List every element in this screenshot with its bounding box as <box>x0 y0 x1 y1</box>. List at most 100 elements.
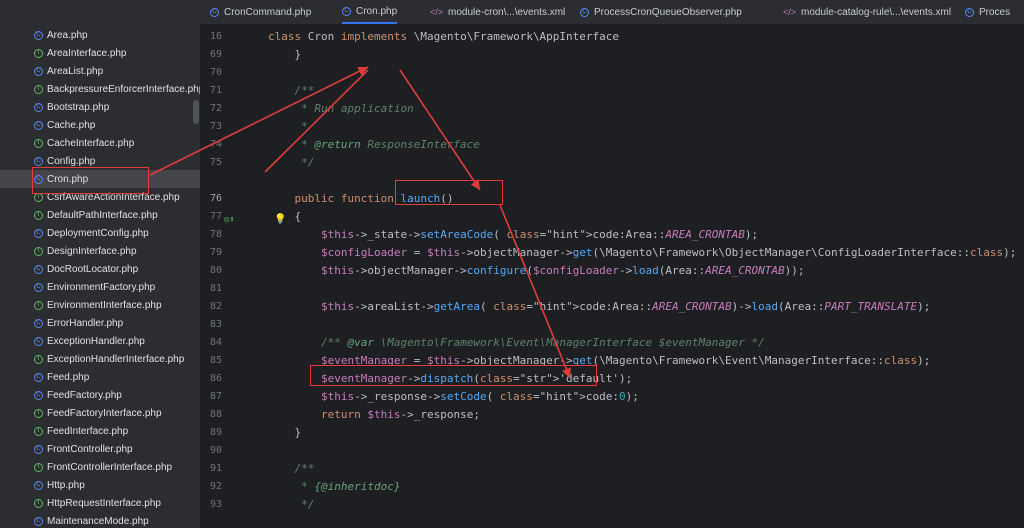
code-text: $this->areaList->getArea( class="hint">c… <box>320 300 931 313</box>
line-number: 16 <box>209 31 222 42</box>
lightbulb-icon[interactable]: 💡 <box>274 214 286 225</box>
tree-item[interactable]: I CsrfAwareActionInterface.php <box>0 188 200 206</box>
tree-scrollbar[interactable] <box>193 100 199 124</box>
code-line[interactable]: 76 public function launch() <box>200 190 1024 208</box>
code-line[interactable]: 69 } <box>200 46 1024 64</box>
code-line[interactable]: 86 $eventManager->dispatch(class="str">'… <box>200 370 1024 388</box>
tree-item[interactable]: I HttpRequestInterface.php <box>0 494 200 512</box>
code-line[interactable]: 83 <box>200 316 1024 334</box>
tree-item[interactable]: C Config.php <box>0 152 200 170</box>
tree-item[interactable]: C Bootstrap.php <box>0 98 200 116</box>
tree-item[interactable]: C ErrorHandler.php <box>0 314 200 332</box>
code-line[interactable]: 81 <box>200 280 1024 298</box>
tree-item[interactable]: C FeedFactory.php <box>0 386 200 404</box>
code-line[interactable] <box>200 172 1024 190</box>
implementation-gutter-icon[interactable]: ◎⬆ <box>224 215 235 225</box>
code-line[interactable]: 71 /** <box>200 82 1024 100</box>
tab-cron[interactable]: C Cron.php <box>342 0 398 24</box>
code-text: $eventManager->dispatch(class="str">'def… <box>320 372 633 385</box>
tree-item[interactable]: C Cron.php <box>0 170 200 188</box>
code-line[interactable]: 79 $configLoader = $this->objectManager-… <box>200 244 1024 262</box>
php-interface-icon: I <box>34 246 43 256</box>
tree-item[interactable]: C FrontController.php <box>0 440 200 458</box>
tree-item[interactable]: I DefaultPathInterface.php <box>0 206 200 224</box>
tree-item[interactable]: I AreaInterface.php <box>0 44 200 62</box>
tree-item[interactable]: I BackpressureEnforcerInterface.php <box>0 80 200 98</box>
tab-label: module-catalog-rule\...\events.xml <box>801 6 952 18</box>
php-class-icon: C <box>34 480 43 490</box>
code-text: public function launch() <box>294 192 454 205</box>
project-tree: C Area.php I AreaInterface.php C AreaList.php… <box>0 0 201 528</box>
tab-processcronqueueobserver[interactable]: C ProcessCronQueueObserver.php <box>580 0 742 24</box>
code-line[interactable]: 80 $this->objectManager->configure($conf… <box>200 262 1024 280</box>
tree-item[interactable]: C Cache.php <box>0 116 200 134</box>
tab-overflow[interactable]: C Proces <box>965 0 1010 24</box>
code-line[interactable]: 70 <box>200 64 1024 82</box>
line-number: 89 <box>209 427 222 438</box>
tree-item[interactable]: I FeedFactoryInterface.php <box>0 404 200 422</box>
tree-item[interactable]: C EnvironmentFactory.php <box>0 278 200 296</box>
code-line[interactable]: 90 <box>200 442 1024 460</box>
code-line[interactable]: 77 { <box>200 208 1024 226</box>
code-line[interactable]: 78 $this->_state->setAreaCode( class="hi… <box>200 226 1024 244</box>
code-text: $configLoader = $this->objectManager->ge… <box>320 246 1017 259</box>
tree-item-label: Bootstrap.php <box>47 101 110 113</box>
tree-item[interactable]: C DocRootLocator.php <box>0 260 200 278</box>
tree-item[interactable]: I ExceptionHandlerInterface.php <box>0 350 200 368</box>
code-line[interactable]: 85 $eventManager = $this->objectManager-… <box>200 352 1024 370</box>
tree-item[interactable]: I EnvironmentInterface.php <box>0 296 200 314</box>
code-line[interactable]: 93 */ <box>200 496 1024 514</box>
tree-item[interactable]: C Feed.php <box>0 368 200 386</box>
code-line[interactable]: 72 * Run application <box>200 100 1024 118</box>
tab-label: Cron.php <box>356 5 398 17</box>
php-class-icon: C <box>342 6 351 16</box>
tree-item[interactable]: I FeedInterface.php <box>0 422 200 440</box>
tree-item[interactable]: I DesignInterface.php <box>0 242 200 260</box>
tree-item[interactable]: I FrontControllerInterface.php <box>0 458 200 476</box>
tree-item[interactable]: C Http.php <box>0 476 200 494</box>
tree-item-label: MaintenanceMode.php <box>47 515 149 527</box>
code-line[interactable]: 91 /** <box>200 460 1024 478</box>
line-number: 86 <box>209 373 222 384</box>
code-line[interactable]: 84 /** @var \Magento\Framework\Event\Man… <box>200 334 1024 352</box>
tree-item[interactable]: C Area.php <box>0 26 200 44</box>
tree-item[interactable]: C AreaList.php <box>0 62 200 80</box>
tree-item-label: ExceptionHandlerInterface.php <box>47 353 185 365</box>
php-class-icon: C <box>34 444 43 454</box>
tab-croncommand[interactable]: C CronCommand.php <box>210 0 311 24</box>
code-line[interactable]: 89 } <box>200 424 1024 442</box>
tab-label: ProcessCronQueueObserver.php <box>594 6 742 18</box>
tree-item-label: HttpRequestInterface.php <box>47 497 161 509</box>
tab-module-catalog-rule-events[interactable]: </> module-catalog-rule\...\events.xml <box>783 0 951 24</box>
code-line[interactable]: 74 * @return ResponseInterface <box>200 136 1024 154</box>
tree-item-label: DesignInterface.php <box>47 245 137 257</box>
code-editor[interactable]: 16 class Cron implements \Magento\Framewo… <box>200 25 1024 528</box>
tree-item-label: FrontControllerInterface.php <box>47 461 173 473</box>
code-text: class Cron implements \Magento\Framework… <box>268 30 620 43</box>
tree-item-label: AreaList.php <box>47 65 104 77</box>
tree-item-label: DeploymentConfig.php <box>47 227 149 239</box>
code-line[interactable]: 82 $this->areaList->getArea( class="hint… <box>200 298 1024 316</box>
line-number: 71 <box>209 85 222 96</box>
code-line[interactable]: 87 $this->_response->setCode( class="hin… <box>200 388 1024 406</box>
code-text: /** <box>268 84 315 97</box>
tree-item[interactable]: C MaintenanceMode.php <box>0 512 200 528</box>
code-line[interactable]: 73 * <box>200 118 1024 136</box>
tree-item[interactable]: I CacheInterface.php <box>0 134 200 152</box>
php-class-icon: C <box>34 372 43 382</box>
tree-item-label: FeedFactoryInterface.php <box>47 407 162 419</box>
tab-label: Proces <box>979 6 1011 18</box>
tab-module-cron-events[interactable]: </> module-cron\...\events.xml <box>430 0 565 24</box>
tree-item-label: CsrfAwareActionInterface.php <box>47 191 180 203</box>
php-class-icon: C <box>210 7 219 17</box>
code-text: $this->objectManager->configure($configL… <box>320 264 805 277</box>
code-line[interactable]: 92 * {@inheritdoc} <box>200 478 1024 496</box>
code-line[interactable]: 75 */ <box>200 154 1024 172</box>
tree-item[interactable]: C ExceptionHandler.php <box>0 332 200 350</box>
php-class-icon: C <box>34 102 43 112</box>
code-line[interactable]: 88 return $this->_response; <box>200 406 1024 424</box>
php-class-icon: C <box>34 318 43 328</box>
code-line[interactable]: 16 class Cron implements \Magento\Framewo… <box>200 28 1024 46</box>
line-number: 76 <box>209 193 222 204</box>
tree-item[interactable]: C DeploymentConfig.php <box>0 224 200 242</box>
